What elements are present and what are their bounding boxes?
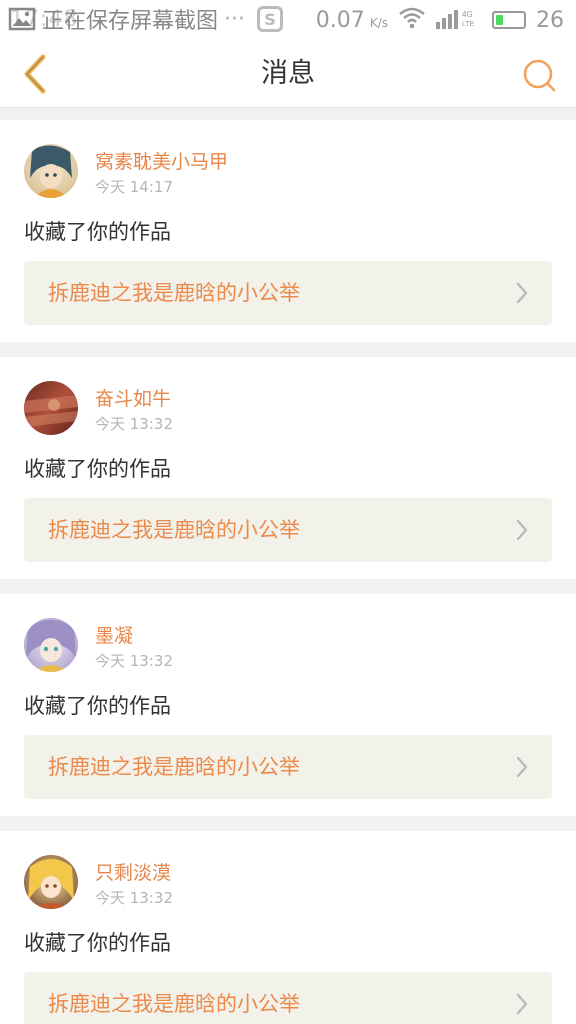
search-button[interactable]: [516, 52, 562, 98]
screenshot-icon: [8, 7, 38, 31]
wifi-icon: [398, 7, 426, 33]
battery-icon: [492, 11, 526, 29]
message-time: 今天 13:32: [95, 652, 173, 670]
chevron-left-icon: [24, 54, 46, 94]
saving-screenshot-text: 正在保存屏幕截图: [42, 9, 219, 34]
net-speed-unit: K/s: [369, 15, 388, 30]
work-link[interactable]: 拆鹿迪之我是鹿晗的小公举: [24, 735, 552, 799]
work-link[interactable]: 拆鹿迪之我是鹿晗的小公举: [24, 261, 552, 325]
work-title: 拆鹿迪之我是鹿晗的小公举: [48, 518, 300, 542]
username[interactable]: 只剩淡漠: [95, 858, 171, 885]
avatar[interactable]: [24, 381, 78, 435]
action-text: 收藏了你的作品: [24, 694, 171, 718]
work-title: 拆鹿迪之我是鹿晗的小公举: [48, 755, 300, 779]
work-title: 拆鹿迪之我是鹿晗的小公举: [48, 281, 300, 305]
username[interactable]: 窝素耽美小马甲: [95, 147, 228, 174]
status-bar: 17:48 正在保存屏幕截图 ··· S 0.07 K/s 4G LTE 26: [0, 0, 576, 40]
action-text: 收藏了你的作品: [24, 457, 171, 481]
battery-level-text: 26: [536, 7, 564, 33]
more-notifications-icon: ···: [224, 6, 245, 32]
avatar[interactable]: [24, 618, 78, 672]
action-text: 收藏了你的作品: [24, 220, 171, 244]
chevron-right-icon: [516, 519, 528, 541]
username[interactable]: 奋斗如牛: [95, 384, 171, 411]
message-time: 今天 14:17: [95, 178, 173, 196]
svg-text:LTE: LTE: [462, 21, 475, 28]
action-text: 收藏了你的作品: [24, 931, 171, 955]
net-speed: 0.07 K/s: [316, 8, 388, 33]
avatar[interactable]: [24, 855, 78, 909]
chevron-right-icon: [516, 756, 528, 778]
work-title: 拆鹿迪之我是鹿晗的小公举: [48, 992, 300, 1016]
work-link[interactable]: 拆鹿迪之我是鹿晗的小公举: [24, 972, 552, 1024]
page-title: 消息: [261, 58, 315, 89]
chevron-right-icon: [516, 993, 528, 1015]
work-link[interactable]: 拆鹿迪之我是鹿晗的小公举: [24, 498, 552, 562]
username[interactable]: 墨凝: [95, 621, 133, 648]
net-speed-value: 0.07: [315, 7, 365, 33]
message-time: 今天 13:32: [95, 889, 173, 907]
app-s-logo-icon: S: [257, 6, 283, 32]
message-time: 今天 13:32: [95, 415, 173, 433]
message-card: 墨凝 今天 13:32 收藏了你的作品 拆鹿迪之我是鹿晗的小公举: [0, 594, 576, 816]
search-icon: [523, 59, 556, 92]
chevron-right-icon: [516, 282, 528, 304]
battery-fill: [496, 15, 503, 25]
message-card: 只剩淡漠 今天 13:32 收藏了你的作品 拆鹿迪之我是鹿晗的小公举: [0, 831, 576, 1024]
status-indicators: 0.07 K/s 4G LTE 26: [316, 5, 564, 35]
avatar[interactable]: [24, 144, 78, 198]
message-list: 窝素耽美小马甲 今天 14:17 收藏了你的作品 拆鹿迪之我是鹿晗的小公举 奋斗…: [0, 120, 576, 1024]
nav-bar: 消息: [0, 40, 576, 108]
message-card: 窝素耽美小马甲 今天 14:17 收藏了你的作品 拆鹿迪之我是鹿晗的小公举: [0, 120, 576, 342]
back-button[interactable]: [10, 50, 58, 98]
status-notifications: 正在保存屏幕截图 ··· S: [8, 4, 283, 34]
message-card: 奋斗如牛 今天 13:32 收藏了你的作品 拆鹿迪之我是鹿晗的小公举: [0, 357, 576, 579]
svg-text:4G: 4G: [462, 10, 473, 19]
signal-icon: 4G LTE: [436, 7, 482, 33]
